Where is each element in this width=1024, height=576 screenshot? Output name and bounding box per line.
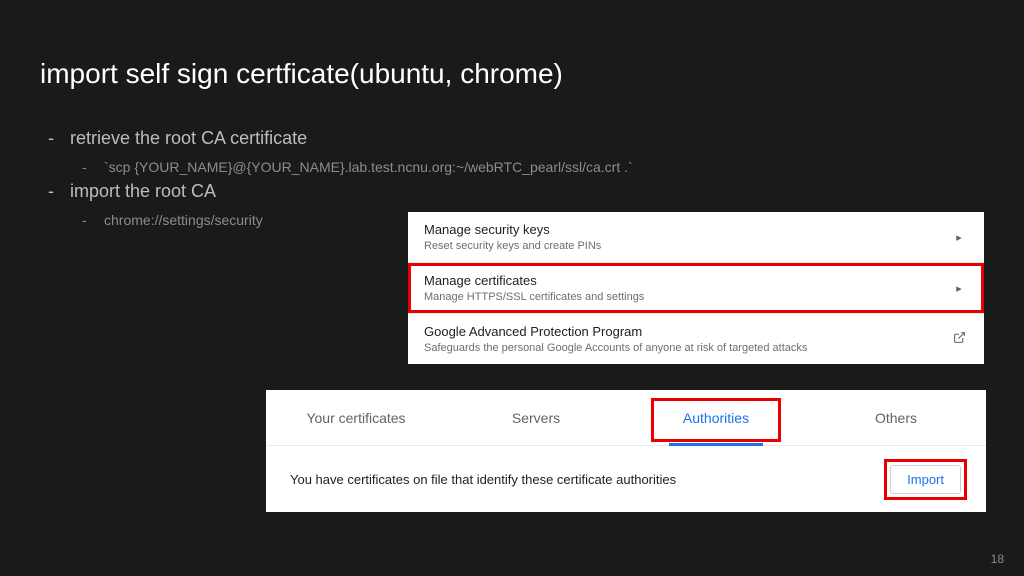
chevron-right-icon: ▸ <box>950 282 968 295</box>
screenshot-security-settings: Manage security keys Reset security keys… <box>408 212 984 364</box>
bullet-retrieve-ca: retrieve the root CA certificate <box>48 128 633 149</box>
external-link-icon <box>950 331 968 347</box>
slide-title: import self sign certficate(ubuntu, chro… <box>40 58 563 90</box>
tab-your-certificates[interactable]: Your certificates <box>266 390 446 446</box>
row-subtitle: Safeguards the personal Google Accounts … <box>424 342 950 354</box>
certificate-tabs: Your certificates Servers Authorities Ot… <box>266 390 986 446</box>
authorities-description: You have certificates on file that ident… <box>290 472 889 487</box>
row-subtitle: Reset security keys and create PINs <box>424 240 950 252</box>
chevron-right-icon: ▸ <box>950 231 968 244</box>
bullet-scp-command: `scp {YOUR_NAME}@{YOUR_NAME}.lab.test.nc… <box>48 159 633 175</box>
row-advanced-protection[interactable]: Google Advanced Protection Program Safeg… <box>408 313 984 364</box>
screenshot-certificate-manager: Your certificates Servers Authorities Ot… <box>266 390 986 512</box>
row-title: Manage security keys <box>424 222 950 237</box>
row-title: Manage certificates <box>424 273 950 288</box>
tab-servers[interactable]: Servers <box>446 390 626 446</box>
import-button[interactable]: Import <box>890 465 961 494</box>
tab-authorities[interactable]: Authorities <box>626 390 806 446</box>
bullet-import-ca: import the root CA <box>48 181 633 202</box>
row-manage-certificates[interactable]: Manage certificates Manage HTTPS/SSL cer… <box>408 262 984 313</box>
active-tab-underline <box>669 443 763 446</box>
page-number: 18 <box>991 552 1004 566</box>
tab-others[interactable]: Others <box>806 390 986 446</box>
row-manage-security-keys[interactable]: Manage security keys Reset security keys… <box>408 212 984 262</box>
tab-label: Authorities <box>683 410 749 426</box>
import-highlight-box: Import <box>889 464 962 495</box>
row-title: Google Advanced Protection Program <box>424 324 950 339</box>
row-subtitle: Manage HTTPS/SSL certificates and settin… <box>424 291 950 303</box>
